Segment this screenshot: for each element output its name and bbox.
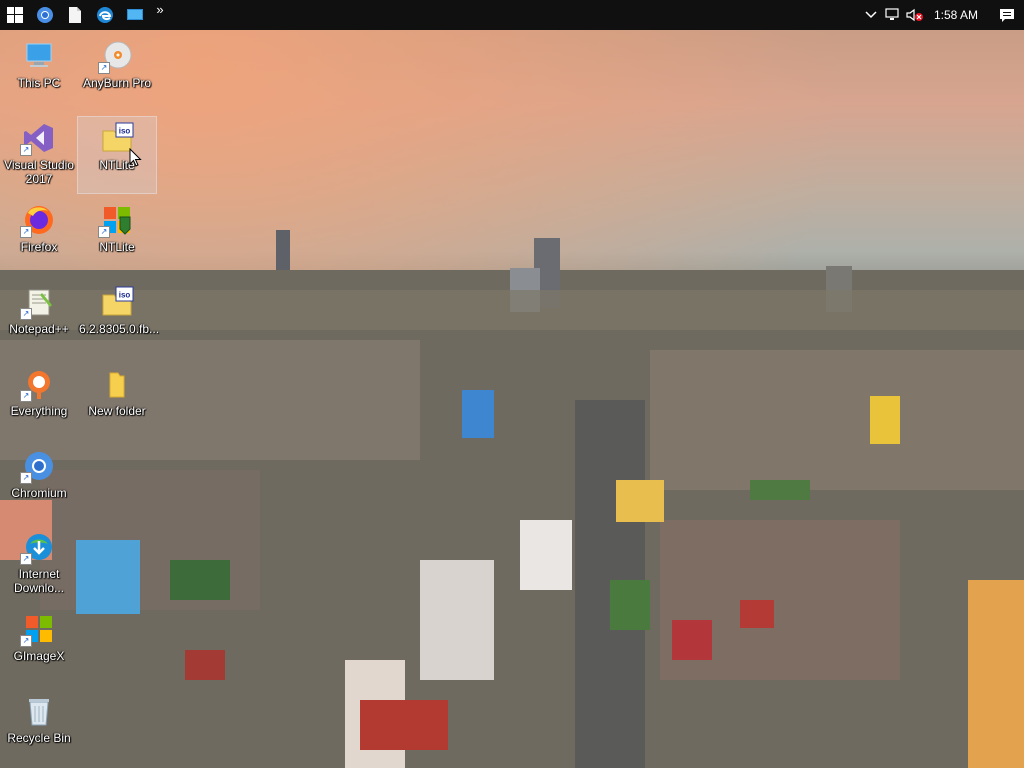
taskbar-left: » bbox=[0, 0, 170, 30]
taskbar-clock[interactable]: 1:58 AM bbox=[926, 8, 990, 22]
chevron-up-icon bbox=[865, 11, 877, 19]
desktop-icon-label: GImageX bbox=[13, 649, 65, 663]
desktop-icon-notepad-plus-plus[interactable]: ↗ Notepad++ bbox=[0, 281, 78, 357]
desktop-icon-label: This PC bbox=[17, 76, 61, 90]
desktop-icon-firefox[interactable]: ↗ Firefox bbox=[0, 199, 78, 275]
desktop-icon-gimagex[interactable]: ↗ GImageX bbox=[0, 608, 78, 684]
desktop-icon-new-folder[interactable]: New folder bbox=[78, 363, 156, 439]
desktop-icon-anyburn-pro[interactable]: ↗ AnyBurn Pro bbox=[78, 35, 156, 111]
chromium-icon bbox=[37, 7, 53, 23]
edge-icon bbox=[97, 7, 113, 23]
desktop-icon-label: Recycle Bin bbox=[7, 731, 71, 745]
shortcut-arrow-icon: ↗ bbox=[20, 308, 32, 320]
recycle-bin-icon bbox=[29, 699, 49, 726]
svg-text:iso: iso bbox=[119, 291, 131, 300]
file-icon bbox=[69, 7, 81, 23]
start-button[interactable] bbox=[0, 0, 30, 30]
desktop-icon-label: 6.2.8305.0.fb... bbox=[79, 322, 160, 336]
overflow-chevron-label: » bbox=[156, 2, 164, 17]
desktop-icon-label: Internet Downlo... bbox=[13, 567, 65, 595]
shortcut-arrow-icon: ↗ bbox=[20, 390, 32, 402]
desktop-icon-visual-studio-2017[interactable]: ↗ Visual Studio 2017 bbox=[0, 117, 78, 193]
desktop-wallpaper[interactable]: This PC ↗ Visual Studio 2017 ↗ Firefox ↗… bbox=[0, 30, 1024, 768]
action-center-button[interactable] bbox=[990, 0, 1024, 30]
network-icon bbox=[885, 8, 899, 20]
desktop-icon-chromium[interactable]: ↗ Chromium bbox=[0, 445, 78, 521]
taskbar-edge-button[interactable] bbox=[90, 0, 120, 30]
taskbar-desktop-button[interactable] bbox=[120, 0, 150, 30]
system-tray: 1:58 AM bbox=[860, 0, 1024, 30]
desktop-icon-label: Firefox bbox=[20, 240, 58, 254]
desktop-icon-recycle-bin[interactable]: Recycle Bin bbox=[0, 690, 78, 766]
volume-button[interactable] bbox=[904, 0, 926, 30]
taskbar-file-button[interactable] bbox=[60, 0, 90, 30]
shortcut-arrow-icon: ↗ bbox=[20, 635, 32, 647]
desktop-icon-label: New folder bbox=[88, 404, 146, 418]
desktop-icon-ntlite-iso[interactable]: iso NTLite bbox=[77, 116, 157, 194]
shortcut-arrow-icon: ↗ bbox=[20, 553, 32, 565]
show-hidden-icons-button[interactable] bbox=[860, 0, 882, 30]
taskbar: » 1:58 AM bbox=[0, 0, 1024, 30]
svg-text:iso: iso bbox=[119, 127, 131, 136]
shortcut-arrow-icon: ↗ bbox=[20, 144, 32, 156]
taskbar-chromium-button[interactable] bbox=[30, 0, 60, 30]
shortcut-arrow-icon: ↗ bbox=[98, 62, 110, 74]
computer-icon bbox=[26, 43, 52, 67]
desktop-icon-label: Visual Studio 2017 bbox=[4, 158, 74, 186]
desktop-icon-label: Notepad++ bbox=[9, 322, 69, 336]
desktop-icon-label: Everything bbox=[10, 404, 68, 418]
mouse-cursor-icon bbox=[129, 148, 142, 167]
desktop-icon-label: Chromium bbox=[11, 486, 67, 500]
desktop-icon-everything[interactable]: ↗ Everything bbox=[0, 363, 78, 439]
desktop-window-icon bbox=[127, 9, 143, 20]
shortcut-arrow-icon: ↗ bbox=[20, 226, 32, 238]
folder-icon bbox=[109, 372, 125, 398]
desktop-icon-ntlite[interactable]: ↗ NTLite bbox=[78, 199, 156, 275]
network-button[interactable] bbox=[882, 0, 904, 30]
desktop-icon-iso-file[interactable]: iso 6.2.8305.0.fb... bbox=[78, 281, 160, 357]
action-center-icon bbox=[1000, 8, 1014, 22]
desktop-icon-label: AnyBurn Pro bbox=[82, 76, 152, 90]
volume-muted-icon bbox=[906, 8, 923, 22]
iso-file-icon: iso bbox=[102, 286, 134, 316]
windows-logo-icon bbox=[7, 7, 23, 23]
desktop-icon-label: NTLite bbox=[99, 240, 135, 254]
taskbar-overflow-button[interactable]: » bbox=[150, 0, 170, 32]
desktop-icon-this-pc[interactable]: This PC bbox=[0, 35, 78, 111]
shortcut-arrow-icon: ↗ bbox=[98, 226, 110, 238]
shortcut-arrow-icon: ↗ bbox=[20, 472, 32, 484]
